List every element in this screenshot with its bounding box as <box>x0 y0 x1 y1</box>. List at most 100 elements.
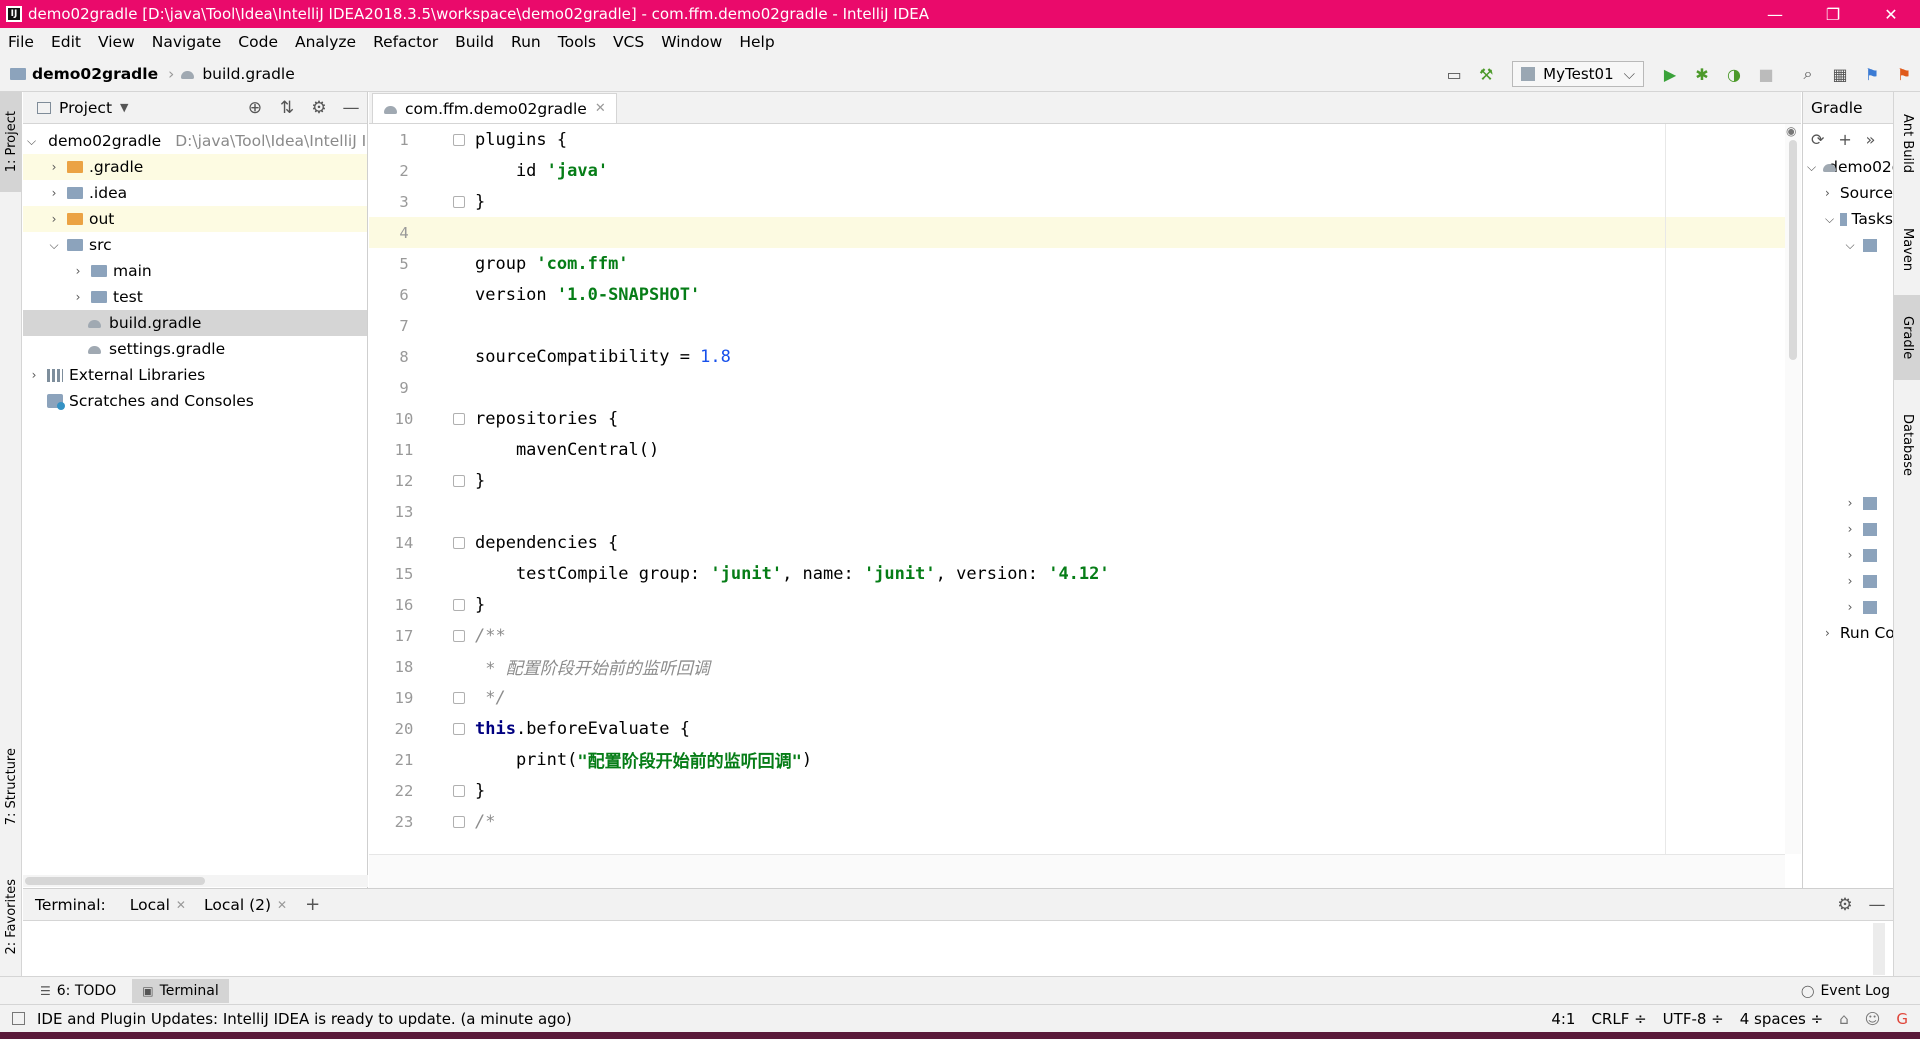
minimize-button[interactable]: — <box>1746 0 1804 28</box>
fold-marker-icon[interactable] <box>451 628 467 644</box>
menu-window[interactable]: Window <box>653 33 731 51</box>
gradle-node-task-group[interactable]: › <box>1803 568 1893 594</box>
code-line[interactable]: 21 print("配置阶段开始前的监听回调") <box>369 744 1785 775</box>
restore-button[interactable]: ❐ <box>1804 0 1862 28</box>
code-line[interactable]: 12 } <box>369 465 1785 496</box>
terminal-tab-local-2[interactable]: Local (2) ✕ <box>204 896 287 914</box>
fold-marker-icon[interactable] <box>451 535 467 551</box>
fold-marker-icon[interactable] <box>451 597 467 613</box>
project-structure-icon[interactable]: ▦ <box>1828 62 1852 86</box>
fold-marker-icon[interactable] <box>451 690 467 706</box>
menu-analyze[interactable]: Analyze <box>287 33 365 51</box>
close-tab-icon[interactable]: ✕ <box>595 101 606 116</box>
run-icon[interactable]: ▶ <box>1658 62 1682 86</box>
stop-icon[interactable]: ■ <box>1754 62 1778 86</box>
menu-refactor[interactable]: Refactor <box>365 33 447 51</box>
gradle-node-task-group[interactable]: › <box>1803 516 1893 542</box>
terminal-output[interactable] <box>23 922 1863 976</box>
chevron-right-icon[interactable]: › <box>47 160 61 174</box>
tree-node-out[interactable]: › out <box>23 206 367 232</box>
chevron-down-icon[interactable]: ⌵ <box>47 238 61 253</box>
project-view-label[interactable]: Project <box>59 99 112 117</box>
editor-tab-build-gradle[interactable]: com.ffm.demo02gradle ✕ <box>372 93 617 123</box>
menu-run[interactable]: Run <box>503 33 550 51</box>
locate-file-icon[interactable]: ⊕ <box>239 98 271 118</box>
chevron-right-icon[interactable]: › <box>71 264 85 278</box>
chevron-down-icon[interactable]: ⌵ <box>1843 238 1857 253</box>
close-tab-icon[interactable]: ✕ <box>277 898 287 912</box>
chevron-down-icon[interactable]: ⌵ <box>27 134 36 149</box>
fold-marker-icon[interactable] <box>451 194 467 210</box>
code-line[interactable]: 19 */ <box>369 682 1785 713</box>
code-line[interactable]: 7 <box>369 310 1785 341</box>
menu-view[interactable]: View <box>90 33 144 51</box>
translate-settings-icon[interactable]: ⚑ <box>1892 62 1916 86</box>
gradle-node-tasks[interactable]: ⌵ Tasks <box>1803 206 1893 232</box>
tool-tab-structure[interactable]: 7: Structure <box>0 732 22 842</box>
editor-hscrollbar[interactable] <box>369 854 1785 888</box>
gradle-node-task-group[interactable]: › <box>1803 490 1893 516</box>
menu-tools[interactable]: Tools <box>550 33 605 51</box>
menu-navigate[interactable]: Navigate <box>144 33 231 51</box>
tool-tab-terminal[interactable]: ▣ Terminal <box>132 978 229 1003</box>
google-icon[interactable]: G <box>1896 1010 1908 1028</box>
gear-icon[interactable]: ⚙ <box>303 98 335 118</box>
run-with-coverage-icon[interactable]: ◑ <box>1722 62 1746 86</box>
terminal-window-icon[interactable]: ▭ <box>1442 62 1466 86</box>
tool-tab-maven[interactable]: Maven <box>1894 210 1920 290</box>
tree-node-src[interactable]: ⌵ src <box>23 232 367 258</box>
tree-node-settings-gradle[interactable]: settings.gradle <box>23 336 367 362</box>
translate-plugin-icon[interactable]: ⚑ <box>1860 62 1884 86</box>
fold-marker-icon[interactable] <box>451 721 467 737</box>
refresh-icon[interactable]: ⟳ <box>1811 130 1838 149</box>
menu-file[interactable]: File <box>0 33 43 51</box>
gradle-node-source-sets[interactable]: › Source Sets <box>1803 180 1893 206</box>
chevron-right-icon[interactable]: › <box>27 368 41 382</box>
code-area[interactable]: 1 plugins { 2 id 'java' 3 } 4 5 group 'c <box>369 124 1785 854</box>
tool-tab-ant-build[interactable]: Ant Build <box>1894 98 1920 188</box>
code-line[interactable]: 1 plugins { <box>369 124 1785 155</box>
tree-node-scratches[interactable]: Scratches and Consoles <box>23 388 367 414</box>
lock-icon[interactable]: ⌂ <box>1839 1010 1849 1028</box>
run-configuration-select[interactable]: MyTest01 ⌵ <box>1512 61 1644 87</box>
tree-node-external-libraries[interactable]: › External Libraries <box>23 362 367 388</box>
tree-node-build-gradle[interactable]: build.gradle <box>23 310 367 336</box>
tool-tab-todo[interactable]: ☰ 6: TODO <box>30 979 126 1003</box>
toggle-tool-windows-icon[interactable] <box>12 1012 25 1025</box>
code-line[interactable]: 23 /* <box>369 806 1785 837</box>
code-line[interactable]: 8 sourceCompatibility = 1.8 <box>369 341 1785 372</box>
terminal-vscrollbar[interactable] <box>1873 923 1885 975</box>
chevron-right-icon[interactable]: › <box>47 212 61 226</box>
code-line-current[interactable]: 4 <box>369 217 1785 248</box>
code-line[interactable]: 2 id 'java' <box>369 155 1785 186</box>
gear-icon[interactable]: ⚙ <box>1829 895 1861 915</box>
caret-position[interactable]: 4:1 <box>1551 1010 1575 1028</box>
hide-panel-icon[interactable]: — <box>1861 895 1893 915</box>
fold-marker-icon[interactable] <box>451 814 467 830</box>
eye-icon[interactable]: ◉ <box>1786 124 1796 138</box>
gradle-node-task-group[interactable]: ⌵ <box>1803 232 1893 258</box>
gradle-node-project[interactable]: ⌵ demo02gradle <box>1803 154 1893 180</box>
chevron-right-icon[interactable]: › <box>1843 600 1857 614</box>
breadcrumb-file[interactable]: › build.gradle <box>158 65 295 83</box>
chevron-down-icon[interactable]: ⌵ <box>1825 212 1834 227</box>
build-hammer-icon[interactable]: ⚒ <box>1474 62 1498 86</box>
breadcrumb-project[interactable]: demo02gradle <box>0 65 158 83</box>
code-line[interactable]: 5 group 'com.ffm' <box>369 248 1785 279</box>
project-hscrollbar[interactable] <box>23 875 368 887</box>
fold-marker-icon[interactable] <box>451 411 467 427</box>
gradle-node-run-configurations[interactable]: › Run Configurations <box>1803 620 1893 646</box>
debug-bug-icon[interactable]: ✱ <box>1690 62 1714 86</box>
more-icon[interactable]: » <box>1866 130 1893 149</box>
code-line[interactable]: 15 testCompile group: 'junit', name: 'ju… <box>369 558 1785 589</box>
menu-help[interactable]: Help <box>731 33 783 51</box>
tool-tab-database[interactable]: Database <box>1894 395 1920 495</box>
tree-node-test[interactable]: › test <box>23 284 367 310</box>
menu-code[interactable]: Code <box>230 33 287 51</box>
close-tab-icon[interactable]: ✕ <box>176 898 186 912</box>
tree-node-root[interactable]: ⌵ demo02gradle D:\java\Tool\Idea\Intelli… <box>23 128 367 154</box>
code-line[interactable]: 16 } <box>369 589 1785 620</box>
tree-node-idea[interactable]: › .idea <box>23 180 367 206</box>
menu-vcs[interactable]: VCS <box>605 33 653 51</box>
editor-vscrollbar[interactable]: ◉ <box>1785 124 1801 854</box>
